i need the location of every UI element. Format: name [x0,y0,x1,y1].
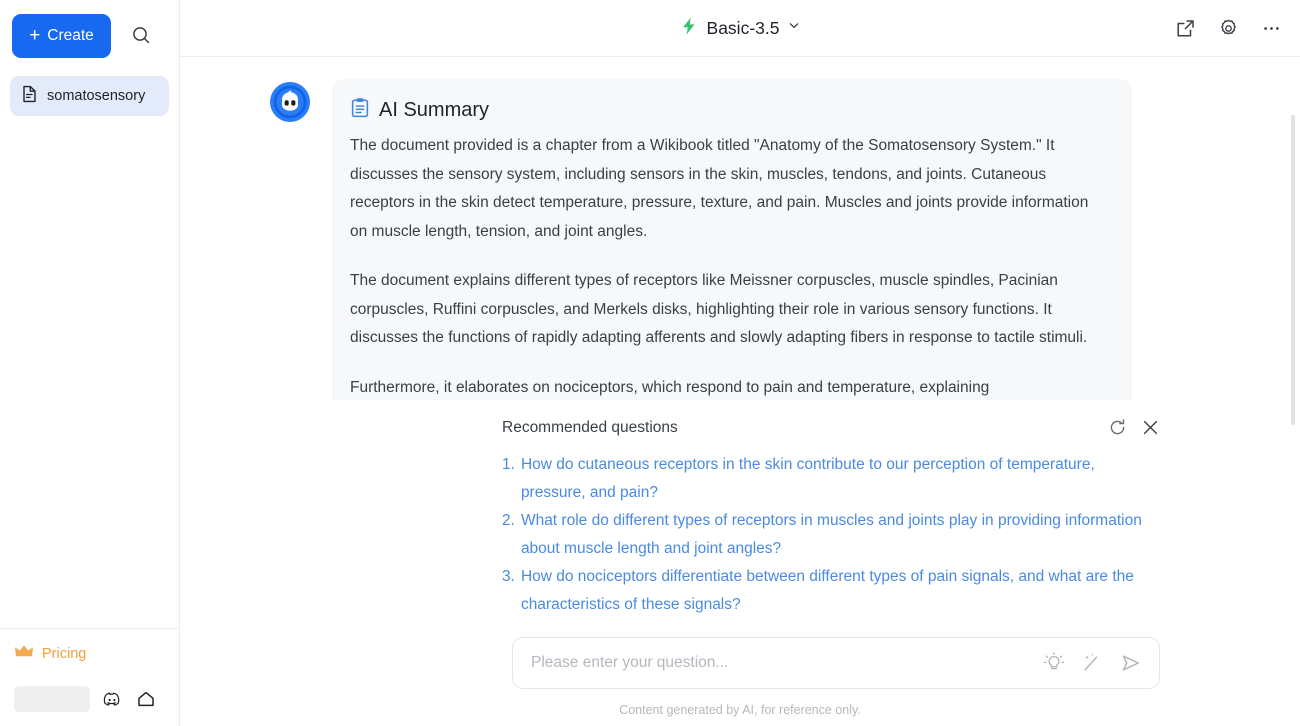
pricing-label: Pricing [42,645,87,662]
pricing-button[interactable]: Pricing [14,643,165,664]
composer-wrapper [180,619,1300,689]
search-icon [131,25,151,48]
lightbulb-icon[interactable] [1043,652,1065,674]
sidebar-item-somatosensory[interactable]: somatosensory [10,76,169,116]
question-text: How do cutaneous receptors in the skin c… [520,456,1095,501]
create-button[interactable]: + Create [12,14,111,58]
summary-title: AI Summary [379,98,490,121]
send-icon[interactable] [1119,652,1143,674]
bot-avatar-icon [270,82,310,122]
chevron-down-icon [787,19,800,37]
summary-header: AI Summary [350,97,1108,123]
search-button[interactable] [119,14,163,58]
question-input[interactable] [531,654,1033,672]
close-icon[interactable] [1141,418,1160,437]
sidebar: + Create somatosensory Pricing [0,0,180,726]
plus-icon: + [29,24,41,46]
account-row [14,686,165,712]
account-placeholder[interactable] [14,686,90,712]
topbar: Basic-3.5 [180,0,1300,57]
recommended-questions-panel: Recommended questions 1. How do cutaneou… [180,418,1300,619]
crown-icon [14,643,34,664]
share-icon[interactable] [1175,18,1196,39]
topbar-actions [1175,18,1282,39]
recommended-question-1[interactable]: 1. How do cutaneous receptors in the ski… [502,451,1160,507]
recommended-header-actions [1108,418,1160,437]
summary-paragraph-3: Furthermore, it elaborates on nociceptor… [350,378,990,396]
discord-icon[interactable] [100,687,124,711]
home-icon[interactable] [134,687,158,711]
bottom-panel: Recommended questions 1. How do cutaneou… [180,400,1300,726]
recommended-questions-list: 1. How do cutaneous receptors in the ski… [502,451,1160,619]
summary-paragraph-1: The document provided is a chapter from … [350,137,1089,240]
ai-disclaimer: Content generated by AI, for reference o… [619,703,861,717]
ai-summary-bubble: AI Summary The document provided is a ch… [332,79,1132,426]
refresh-icon[interactable] [1108,418,1127,437]
model-selector[interactable]: Basic-3.5 [680,16,801,41]
conversation-scrollbar[interactable] [1291,115,1295,425]
more-icon[interactable] [1261,18,1282,39]
composer [512,637,1160,689]
model-name: Basic-3.5 [706,17,780,38]
recommended-question-2[interactable]: 2. What role do different types of recep… [502,507,1160,563]
sidebar-top: + Create [0,0,179,58]
question-number: 1. [502,456,515,473]
sidebar-footer: Pricing [0,628,179,726]
question-text: How do nociceptors differentiate between… [520,568,1134,613]
composer-actions [1043,652,1143,674]
settings-icon[interactable] [1218,18,1239,39]
lightning-bolt-icon [680,16,699,41]
question-number: 3. [502,568,515,585]
message-row: AI Summary The document provided is a ch… [180,79,1300,426]
app-root: + Create somatosensory Pricing Basic-3.5… [0,0,1300,726]
recommended-question-3[interactable]: 3. How do nociceptors differentiate betw… [502,563,1160,619]
magic-wand-icon[interactable] [1081,652,1103,674]
sidebar-actions: + Create [12,14,167,58]
document-icon [21,85,38,108]
recommended-title: Recommended questions [502,418,678,436]
question-text: What role do different types of receptor… [520,512,1142,557]
recommended-header: Recommended questions [502,418,1160,437]
summary-paragraph-2: The document explains different types of… [350,272,1088,346]
create-button-label: Create [47,27,94,44]
sidebar-item-label: somatosensory [47,88,146,104]
clipboard-icon [350,97,370,123]
main-panel: Basic-3.5 AI Summary The document provid… [180,0,1300,726]
question-number: 2. [502,512,515,529]
